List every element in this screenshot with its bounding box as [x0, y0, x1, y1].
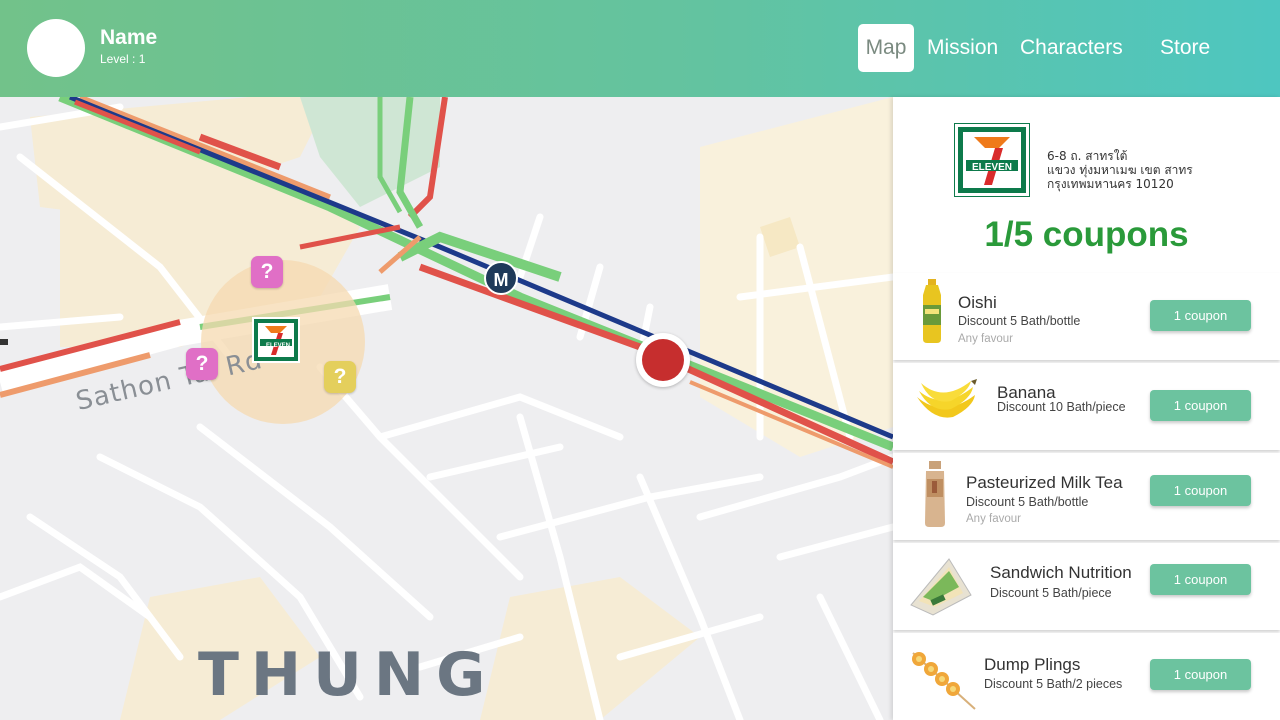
seven-eleven-logo-graphic [958, 127, 1026, 193]
list-item: Dump Plings Discount 5 Bath/2 pieces 1 c… [893, 633, 1280, 720]
coupon-count: 1/5 coupons [984, 215, 1189, 254]
list-item: Pasteurized Milk Tea Discount 5 Bath/bot… [893, 453, 1280, 540]
oishi-bottle-icon [923, 279, 941, 343]
tab-characters[interactable]: Characters [1020, 24, 1123, 72]
player-location-dot [642, 339, 684, 381]
tab-mission[interactable]: Mission [927, 24, 998, 72]
user-level: Level : 1 [100, 52, 146, 66]
item-desc: Discount 5 Bath/piece [990, 586, 1112, 600]
address-line: 6-8 ถ. สาทรใต้ [1047, 149, 1128, 163]
seven-eleven-logo-icon: ELEVEN [954, 123, 1030, 197]
address-line: กรุงเทพมหานคร 10120 [1047, 177, 1174, 191]
top-bar: Name Level : 1 Map Mission Characters St… [0, 0, 1280, 97]
item-desc: Discount 5 Bath/bottle [958, 314, 1081, 328]
address-line: แขวง ทุ่งมหาเมฆ เขต สาทร [1047, 163, 1193, 177]
tab-map[interactable]: Map [858, 24, 914, 72]
redeem-coupon-button[interactable]: 1 coupon [1150, 564, 1251, 595]
seven-eleven-store-marker[interactable]: ELEVEN [252, 317, 300, 363]
list-item: Banana Discount 10 Bath/piece 1 coupon [893, 363, 1280, 450]
redeem-coupon-button[interactable]: 1 coupon [1150, 659, 1251, 690]
item-title: Oishi [958, 293, 997, 312]
milk-tea-bottle-icon [925, 461, 945, 527]
item-desc: Discount 5 Bath/bottle [966, 495, 1089, 509]
tab-store[interactable]: Store [1160, 24, 1210, 72]
item-note: Any favour [966, 513, 1021, 525]
list-item: Oishi Discount 5 Bath/bottle Any favour … [893, 273, 1280, 360]
store-logo-text: ELEVEN [265, 343, 290, 349]
dumpling-skewer-icon [912, 652, 976, 710]
store-logo-text: ELEVEN [971, 162, 1012, 173]
banana-icon [917, 379, 977, 418]
item-desc: Discount 10 Bath/piece [997, 400, 1126, 414]
item-title: Dump Plings [984, 655, 1081, 674]
avatar[interactable] [27, 19, 85, 77]
seven-eleven-logo-icon [254, 319, 298, 361]
metro-station-icon[interactable]: M [484, 261, 518, 295]
map-view[interactable]: Sathon Tai Rd THUNG M ? ? ? ELEVEN [0, 97, 893, 720]
item-desc: Discount 5 Bath/2 pieces [984, 677, 1123, 691]
item-note: Any favour [958, 333, 1013, 345]
mystery-box-icon[interactable]: ? [186, 348, 218, 380]
item-title: Pasteurized Milk Tea [966, 473, 1123, 492]
redeem-coupon-button[interactable]: 1 coupon [1150, 300, 1251, 331]
mystery-box-icon[interactable]: ? [251, 256, 283, 288]
store-panel: ELEVEN 6-8 ถ. สาทรใต้ แขวง ทุ่งมหาเมฆ เข… [893, 97, 1280, 720]
user-name: Name [100, 26, 158, 49]
store-address: 6-8 ถ. สาทรใต้ แขวง ทุ่งมหาเมฆ เขต สาทร … [1047, 149, 1267, 191]
item-title: Sandwich Nutrition [990, 563, 1132, 582]
redeem-coupon-button[interactable]: 1 coupon [1150, 390, 1251, 421]
mystery-box-icon[interactable]: ? [324, 361, 356, 393]
redeem-coupon-button[interactable]: 1 coupon [1150, 475, 1251, 506]
area-label: THUNG [198, 640, 498, 710]
map-canvas [0, 97, 893, 720]
sandwich-icon [910, 558, 972, 616]
player-location-marker[interactable] [636, 333, 690, 387]
list-item: Sandwich Nutrition Discount 5 Bath/piece… [893, 543, 1280, 630]
